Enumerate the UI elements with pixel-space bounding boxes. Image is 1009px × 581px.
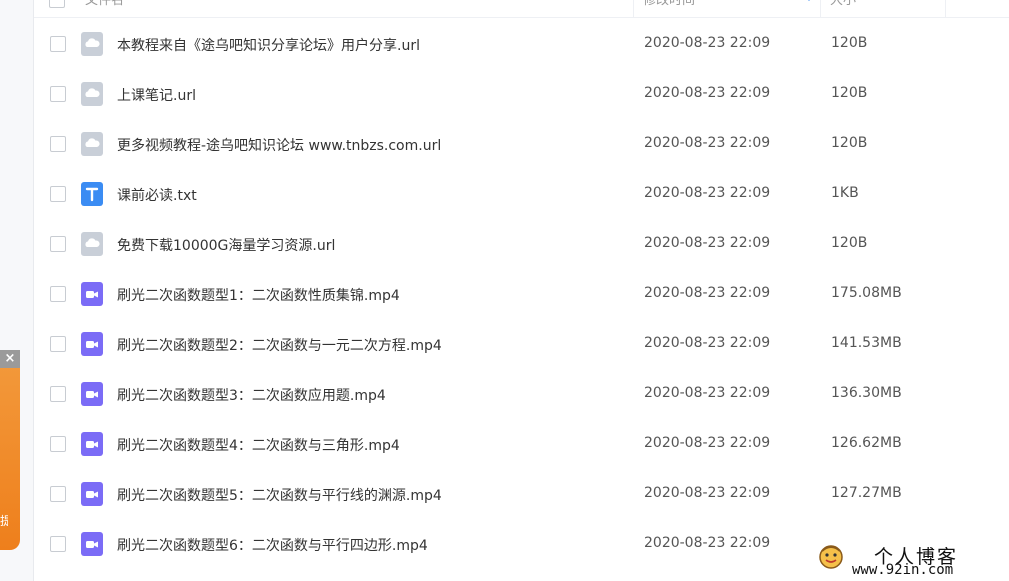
file-name[interactable]: 刷光二次函数题型6：二次函数与平行四边形.mp4 <box>117 535 428 555</box>
file-size: 120B <box>831 235 868 251</box>
column-header-size[interactable]: 大小 <box>830 0 910 17</box>
file-row[interactable]: 上课笔记.url 2020-08-23 22:09 120B <box>34 69 1009 119</box>
row-checkbox[interactable] <box>50 536 66 552</box>
row-checkbox[interactable] <box>50 136 66 152</box>
file-name[interactable]: 刷光二次函数题型4：二次函数与三角形.mp4 <box>117 435 400 455</box>
file-row[interactable]: 免费下载10000G海量学习资源.url 2020-08-23 22:09 120B <box>34 219 1009 269</box>
video-file-icon <box>81 332 103 356</box>
file-name[interactable]: 本教程来自《途乌吧知识分享论坛》用户分享.url <box>117 35 420 55</box>
file-name[interactable]: 刷光二次函数题型5：二次函数与平行线的渊源.mp4 <box>117 485 442 505</box>
sort-descending-icon[interactable] <box>804 0 814 1</box>
file-size: 127.27MB <box>831 485 902 501</box>
file-size: 175.08MB <box>831 285 902 301</box>
file-row[interactable]: 刷光二次函数题型5：二次函数与平行线的渊源.mp4 2020-08-23 22:0… <box>34 469 1009 519</box>
file-name[interactable]: 刷光二次函数题型1：二次函数性质集锦.mp4 <box>117 285 400 305</box>
row-checkbox[interactable] <box>50 236 66 252</box>
select-all-checkbox[interactable] <box>49 0 65 8</box>
watermark-url: www.92in.com <box>852 562 954 578</box>
file-name[interactable]: 免费下载10000G海量学习资源.url <box>117 235 335 255</box>
file-row[interactable]: 刷光二次函数题型2：二次函数与一元二次方程.mp4 2020-08-23 22:0… <box>34 319 1009 369</box>
row-checkbox[interactable] <box>50 86 66 102</box>
row-checkbox[interactable] <box>50 36 66 52</box>
link-file-icon <box>81 132 103 156</box>
video-file-icon <box>81 382 103 406</box>
row-checkbox[interactable] <box>50 286 66 302</box>
promo-banner-glyph: 提 <box>0 514 8 528</box>
row-checkbox[interactable] <box>50 386 66 402</box>
file-list: 本教程来自《途乌吧知识分享论坛》用户分享.url 2020-08-23 22:09… <box>34 19 1009 569</box>
blog-watermark: 个人博客 www.92in.com <box>812 542 1009 581</box>
promo-close-button[interactable]: × <box>0 350 20 368</box>
file-modified-time: 2020-08-23 22:09 <box>644 85 771 101</box>
file-modified-time: 2020-08-23 22:09 <box>644 385 771 401</box>
video-file-icon <box>81 432 103 456</box>
file-row[interactable]: 课前必读.txt 2020-08-23 22:09 1KB <box>34 169 1009 219</box>
link-file-icon <box>81 32 103 56</box>
row-checkbox[interactable] <box>50 186 66 202</box>
file-name[interactable]: 刷光二次函数题型2：二次函数与一元二次方程.mp4 <box>117 335 442 355</box>
video-file-icon <box>81 482 103 506</box>
file-modified-time: 2020-08-23 22:09 <box>644 485 771 501</box>
video-file-icon <box>81 282 103 306</box>
file-row[interactable]: 更多视频教程-途乌吧知识论坛 www.tnbzs.com.url 2020-08-… <box>34 119 1009 169</box>
file-list-header: 文件名 修改时间 大小 <box>34 0 1009 18</box>
file-modified-time: 2020-08-23 22:09 <box>644 135 771 151</box>
file-size: 120B <box>831 135 868 151</box>
file-name[interactable]: 刷光二次函数题型3：二次函数应用题.mp4 <box>117 385 386 405</box>
file-size: 136.30MB <box>831 385 902 401</box>
row-checkbox[interactable] <box>50 436 66 452</box>
file-row[interactable]: 本教程来自《途乌吧知识分享论坛》用户分享.url 2020-08-23 22:09… <box>34 19 1009 69</box>
file-name[interactable]: 上课笔记.url <box>117 85 196 105</box>
file-size: 120B <box>831 85 868 101</box>
text-file-icon <box>81 182 103 206</box>
file-size: 141.53MB <box>831 335 902 351</box>
row-checkbox[interactable] <box>50 486 66 502</box>
file-size: 1KB <box>831 185 859 201</box>
file-row[interactable]: 刷光二次函数题型1：二次函数性质集锦.mp4 2020-08-23 22:09 17… <box>34 269 1009 319</box>
file-modified-time: 2020-08-23 22:09 <box>644 535 771 551</box>
file-modified-time: 2020-08-23 22:09 <box>644 285 771 301</box>
file-name[interactable]: 更多视频教程-途乌吧知识论坛 www.tnbzs.com.url <box>117 135 441 155</box>
file-size: 120B <box>831 35 868 51</box>
link-file-icon <box>81 232 103 256</box>
column-header-modified[interactable]: 修改时间 <box>643 0 783 17</box>
cartoon-face-logo <box>819 545 843 569</box>
column-header-name[interactable]: 文件名 <box>85 0 225 17</box>
video-file-icon <box>81 532 103 556</box>
row-checkbox[interactable] <box>50 336 66 352</box>
column-divider[interactable] <box>945 0 946 17</box>
file-row[interactable]: 刷光二次函数题型3：二次函数应用题.mp4 2020-08-23 22:09 136… <box>34 369 1009 419</box>
link-file-icon <box>81 82 103 106</box>
file-modified-time: 2020-08-23 22:09 <box>644 35 771 51</box>
file-modified-time: 2020-08-23 22:09 <box>644 335 771 351</box>
file-modified-time: 2020-08-23 22:09 <box>644 185 771 201</box>
file-modified-time: 2020-08-23 22:09 <box>644 435 771 451</box>
column-divider[interactable] <box>633 0 634 17</box>
file-size: 126.62MB <box>831 435 902 451</box>
column-divider[interactable] <box>820 0 821 17</box>
file-name[interactable]: 课前必读.txt <box>117 185 197 205</box>
file-row[interactable]: 刷光二次函数题型4：二次函数与三角形.mp4 2020-08-23 22:09 12… <box>34 419 1009 469</box>
file-modified-time: 2020-08-23 22:09 <box>644 235 771 251</box>
